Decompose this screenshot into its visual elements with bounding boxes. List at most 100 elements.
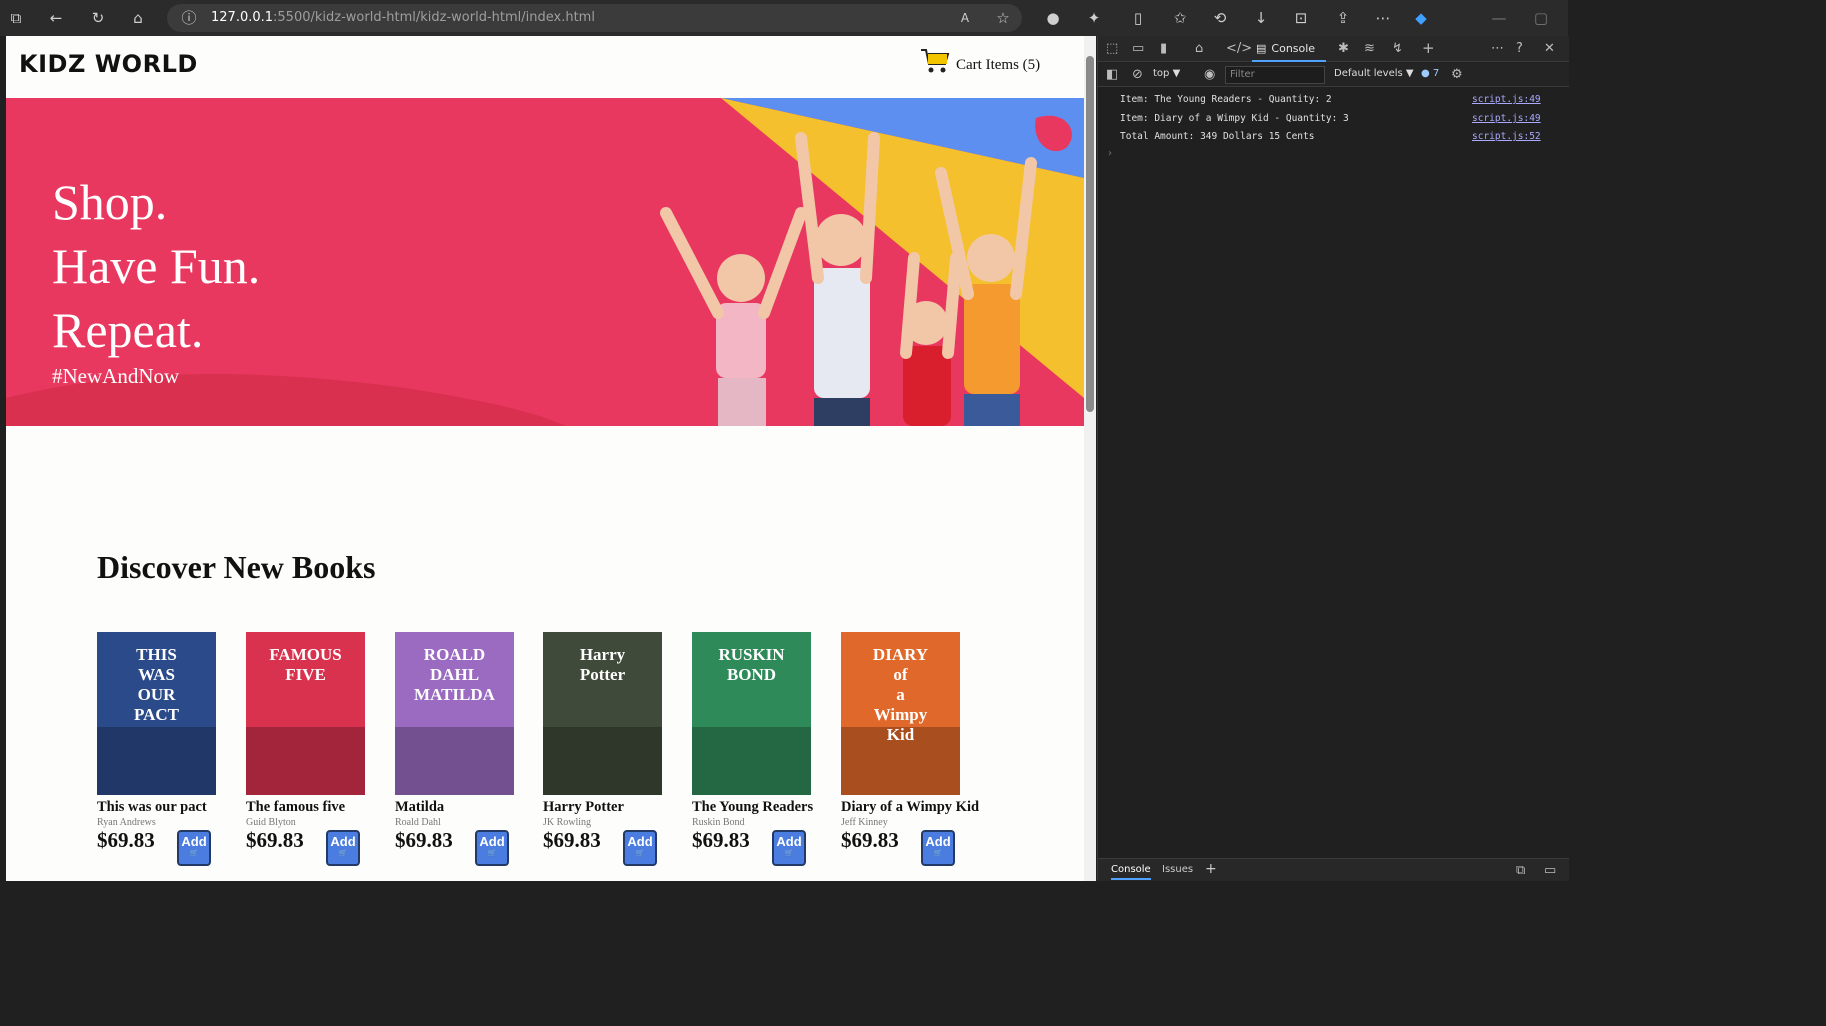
page-scrollbar[interactable]: [1084, 36, 1096, 881]
device-toolbar-icon[interactable]: ▭: [1132, 42, 1144, 55]
book-cover-image[interactable]: THIS WAS OUR PACT: [97, 632, 216, 795]
console-settings-icon[interactable]: ⚙: [1451, 68, 1463, 81]
add-to-cart-button[interactable]: Add 🛒: [772, 830, 806, 866]
add-to-cart-button[interactable]: Add 🛒: [475, 830, 509, 866]
split-screen-icon[interactable]: ▯: [1128, 8, 1148, 28]
clear-console-icon[interactable]: ⊘: [1132, 68, 1143, 81]
console-log-source[interactable]: script.js:49: [1472, 94, 1541, 105]
screenshot-icon[interactable]: ⊡: [1291, 8, 1311, 28]
favorite-star-icon[interactable]: ☆: [993, 8, 1013, 28]
issues-counter[interactable]: ● 7: [1421, 68, 1439, 79]
cart-count-label[interactable]: Cart Items (5): [956, 57, 1040, 74]
browser-toolbar: ⧉ ← ↻ ⌂ ⓘ 127.0.0.1:5500/kidz-world-html…: [0, 0, 1568, 36]
cover-title-word: DIARY: [873, 645, 928, 664]
book-author: Ruskin Bond: [692, 817, 745, 828]
console-log-source[interactable]: script.js:49: [1472, 113, 1541, 124]
book-price: $69.83: [841, 828, 899, 852]
performance-icon[interactable]: ↯: [1392, 42, 1403, 55]
book-cover-image[interactable]: RUSKIN BOND: [692, 632, 811, 795]
reload-icon[interactable]: ↻: [88, 8, 108, 28]
book-card: RUSKIN BOND The Young Readers Ruskin Bond…: [692, 632, 832, 866]
cover-title-word: of: [893, 665, 908, 684]
dropdown-arrow-icon: ▼: [1405, 68, 1414, 79]
add-to-cart-button[interactable]: Add 🛒: [623, 830, 657, 866]
elements-icon[interactable]: </>: [1226, 42, 1252, 55]
book-price: $69.83: [246, 828, 304, 852]
drawer-tab-issues[interactable]: Issues: [1162, 864, 1193, 875]
cart-small-icon: 🛒: [487, 850, 497, 857]
inspect-icon[interactable]: ⬚: [1106, 42, 1118, 55]
cover-title-word: ROALD: [424, 645, 485, 664]
book-price: $69.83: [543, 828, 601, 852]
welcome-icon[interactable]: ⌂: [1195, 42, 1203, 55]
book-cover-art: FAMOUSFIVE: [246, 632, 365, 795]
add-to-cart-button[interactable]: Add 🛒: [177, 830, 211, 866]
network-icon[interactable]: ≋: [1364, 42, 1375, 55]
console-icon: ▤: [1256, 41, 1267, 55]
book-card: ROALD DAHL MATILDA Matilda Roald Dahl $69.…: [395, 632, 535, 866]
profile-avatar-icon[interactable]: ●: [1043, 8, 1063, 28]
share-icon[interactable]: ⇪: [1333, 8, 1353, 28]
cover-title-word: FIVE: [285, 665, 326, 684]
extensions-icon[interactable]: ✦: [1084, 8, 1104, 28]
drawer-undock-icon[interactable]: ⧉: [1516, 864, 1525, 877]
hero-line-3: Repeat.: [52, 302, 204, 358]
drawer-tab-console[interactable]: Console: [1111, 864, 1151, 880]
address-url[interactable]: 127.0.0.1:5500/kidz-world-html/kidz-worl…: [211, 10, 595, 25]
dock-icon[interactable]: ▮: [1160, 42, 1167, 55]
workspaces-icon[interactable]: ⧉: [6, 8, 26, 28]
history-icon[interactable]: ⟲: [1210, 8, 1230, 28]
help-icon[interactable]: ?: [1516, 42, 1523, 55]
read-aloud-icon[interactable]: A: [955, 8, 975, 28]
book-title: Diary of a Wimpy Kid: [841, 799, 980, 815]
minimize-icon[interactable]: —: [1489, 8, 1509, 28]
cover-title-word: BOND: [727, 665, 776, 684]
cover-title-word: Kid: [887, 725, 915, 744]
console-prompt-icon[interactable]: ›: [1108, 148, 1112, 159]
close-devtools-icon[interactable]: ✕: [1544, 42, 1555, 55]
book-cover-image[interactable]: ROALD DAHL MATILDA: [395, 632, 514, 795]
debugger-icon[interactable]: ✱: [1338, 42, 1349, 55]
scrollbar-thumb[interactable]: [1086, 56, 1094, 412]
sidebar-toggle-icon[interactable]: ◧: [1106, 68, 1118, 81]
book-price: $69.83: [395, 828, 453, 852]
address-bar[interactable]: ⓘ 127.0.0.1:5500/kidz-world-html/kidz-wo…: [167, 4, 1022, 32]
hero-line-2: Have Fun.: [52, 238, 261, 294]
book-cover-image[interactable]: DIARY of a Wimpy Kid: [841, 632, 960, 795]
cover-title-word: Harry: [580, 645, 626, 664]
cover-art-shade: [395, 727, 514, 795]
cover-title-word: THIS: [136, 645, 177, 664]
book-title: The famous five: [246, 799, 346, 815]
add-tab-icon[interactable]: +: [1422, 41, 1435, 56]
live-expression-icon[interactable]: ◉: [1204, 68, 1215, 81]
context-selector[interactable]: top ▼: [1153, 68, 1180, 79]
console-log-source[interactable]: script.js:52: [1472, 131, 1541, 142]
book-price: $69.83: [692, 828, 750, 852]
add-to-cart-button[interactable]: Add 🛒: [326, 830, 360, 866]
book-title: Matilda: [395, 799, 445, 815]
book-cover-image[interactable]: FAMOUS FIVE: [246, 632, 365, 795]
tab-console[interactable]: ▤ Console: [1252, 36, 1326, 62]
book-cover-art: HarryPotter: [543, 632, 662, 795]
back-icon[interactable]: ←: [46, 8, 66, 28]
downloads-icon[interactable]: ↓: [1251, 8, 1271, 28]
console-filter-input[interactable]: Filter: [1225, 66, 1325, 84]
favorites-icon[interactable]: ✩: [1170, 8, 1190, 28]
devtools-more-icon[interactable]: ⋯: [1491, 42, 1504, 55]
add-to-cart-button[interactable]: Add 🛒: [921, 830, 955, 866]
site-logo[interactable]: KIDZ WORLD: [19, 50, 198, 78]
console-toolbar: ◧ ⊘ top ▼ ◉ Filter Default levels ▼ ● 7 …: [1098, 63, 1569, 87]
cart-link[interactable]: Cart Items (5): [920, 47, 1040, 75]
drawer-add-tab-icon[interactable]: +: [1205, 861, 1217, 877]
log-levels-dropdown[interactable]: Default levels ▼: [1334, 68, 1414, 79]
book-author: Guid Blyton: [246, 817, 296, 828]
home-icon[interactable]: ⌂: [128, 8, 148, 28]
more-menu-icon[interactable]: ⋯: [1373, 8, 1393, 28]
maximize-icon[interactable]: ▢: [1531, 8, 1551, 28]
drawer-close-icon[interactable]: ▭: [1544, 864, 1556, 877]
site-info-icon[interactable]: ⓘ: [179, 8, 199, 28]
copilot-icon[interactable]: ◆: [1411, 8, 1431, 28]
book-cover-image[interactable]: Harry Potter: [543, 632, 662, 795]
book-title: The Young Readers: [692, 799, 814, 815]
book-card: FAMOUS FIVE The famous five Guid Blyton $…: [246, 632, 386, 866]
